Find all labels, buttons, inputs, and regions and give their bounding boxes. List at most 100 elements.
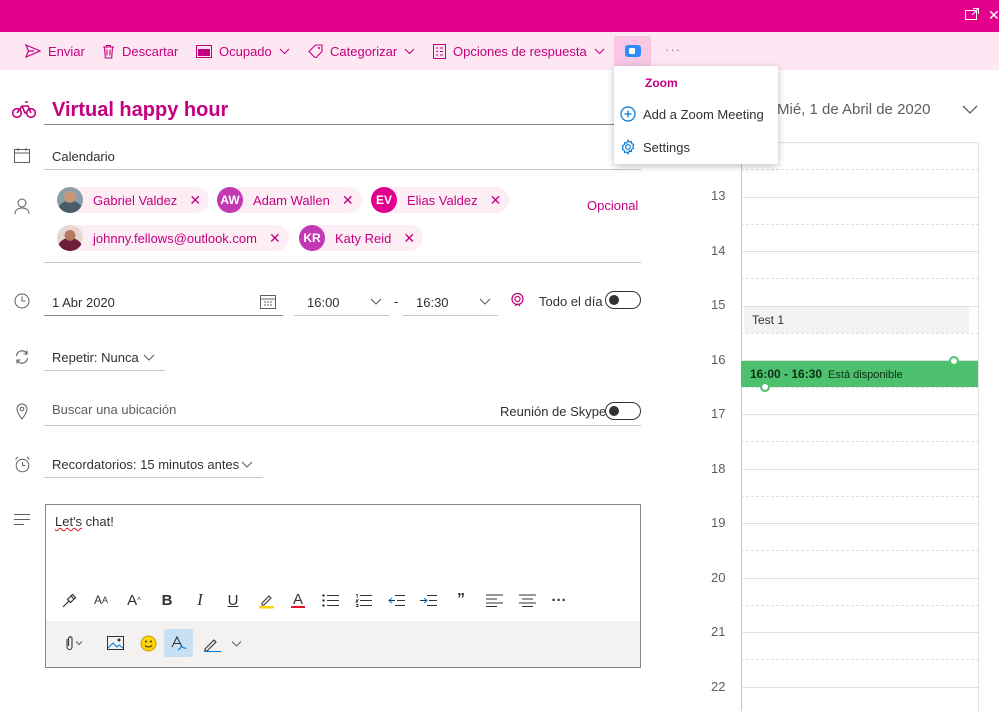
remove-attendee-icon[interactable]: ✕ bbox=[490, 193, 502, 207]
person-icon bbox=[14, 198, 30, 214]
hour-gridline bbox=[741, 414, 979, 415]
plus-circle-icon bbox=[620, 106, 636, 122]
popout-icon[interactable] bbox=[965, 7, 979, 23]
skype-meeting-toggle[interactable] bbox=[605, 402, 641, 420]
increase-indent-icon[interactable] bbox=[417, 589, 439, 611]
start-time-input[interactable]: 16:00 bbox=[307, 295, 340, 310]
attach-file-icon[interactable] bbox=[58, 629, 86, 657]
remove-attendee-icon[interactable]: ✕ bbox=[189, 193, 201, 207]
start-date-input[interactable]: 1 Abr 2020 bbox=[52, 295, 115, 310]
half-hour-gridline bbox=[741, 387, 979, 388]
calendar-selector[interactable]: Calendario bbox=[52, 149, 115, 164]
close-icon[interactable]: ✕ bbox=[988, 7, 999, 23]
emoji-icon[interactable] bbox=[135, 629, 161, 657]
half-hour-gridline bbox=[741, 224, 979, 225]
hour-gridline bbox=[741, 578, 979, 579]
decrease-indent-icon[interactable] bbox=[385, 589, 407, 611]
date-picker-icon[interactable] bbox=[260, 294, 276, 309]
busy-status-icon bbox=[196, 44, 212, 58]
send-button[interactable]: Enviar bbox=[25, 32, 85, 70]
day-view-column[interactable] bbox=[741, 142, 999, 711]
zoom-settings-label: Settings bbox=[643, 139, 690, 155]
attendee-chip-gabriel[interactable]: Gabriel Valdez ✕ bbox=[57, 187, 210, 213]
body-text-rest: chat! bbox=[82, 514, 114, 529]
new-event-block[interactable]: 16:00 - 16:30 Está disponible bbox=[741, 361, 978, 387]
chevron-down-icon[interactable] bbox=[241, 461, 253, 468]
new-event-status: Está disponible bbox=[828, 369, 903, 381]
font-color-icon[interactable]: A bbox=[287, 589, 309, 611]
hour-label: 14 bbox=[711, 243, 726, 258]
existing-event[interactable]: Test 1 bbox=[744, 307, 969, 333]
clock-icon bbox=[14, 293, 30, 309]
busy-status-dropdown[interactable]: Ocupado bbox=[196, 32, 290, 70]
quote-icon[interactable]: ” bbox=[450, 589, 472, 611]
send-icon bbox=[25, 44, 41, 58]
scheduling-assistant-icon[interactable] bbox=[510, 292, 525, 308]
chevron-down-icon[interactable] bbox=[143, 354, 155, 361]
body-text[interactable]: Let's chat! bbox=[55, 514, 114, 529]
send-label: Enviar bbox=[48, 43, 85, 59]
chevron-down-icon[interactable] bbox=[479, 298, 491, 305]
remove-attendee-icon[interactable]: ✕ bbox=[269, 231, 281, 245]
optional-attendees-link[interactable]: Opcional bbox=[587, 198, 638, 213]
day-view-edge bbox=[978, 142, 979, 711]
align-left-icon[interactable] bbox=[483, 589, 505, 611]
time-separator: - bbox=[394, 294, 399, 309]
more-formatting-icon[interactable]: ··· bbox=[548, 589, 570, 611]
end-time-input[interactable]: 16:30 bbox=[416, 295, 449, 310]
hour-gridline bbox=[741, 469, 979, 470]
attendee-chip-elias[interactable]: EV Elias Valdez ✕ bbox=[371, 187, 510, 213]
event-resize-handle-bottom[interactable] bbox=[760, 382, 770, 392]
hour-label: 20 bbox=[711, 570, 726, 585]
highlight-icon[interactable] bbox=[255, 589, 277, 611]
new-event-time: 16:00 - 16:30 bbox=[750, 367, 823, 381]
location-search-input[interactable]: Buscar una ubicación bbox=[52, 402, 176, 417]
event-title-input[interactable]: Virtual happy hour bbox=[44, 96, 641, 125]
signature-icon[interactable] bbox=[200, 629, 246, 657]
categorize-dropdown[interactable]: Categorizar bbox=[308, 32, 415, 70]
remove-attendee-icon[interactable]: ✕ bbox=[403, 231, 415, 245]
align-center-icon[interactable] bbox=[516, 589, 538, 611]
attendee-chip-adam[interactable]: AW Adam Wallen ✕ bbox=[217, 187, 362, 213]
skype-meeting-label: Reunión de Skype bbox=[500, 404, 607, 419]
hour-label: 13 bbox=[711, 188, 726, 203]
insert-picture-icon[interactable] bbox=[102, 629, 128, 657]
discard-button[interactable]: Descartar bbox=[102, 32, 178, 70]
hour-label: 22 bbox=[711, 679, 726, 694]
attendee-chip-katy[interactable]: KR Katy Reid ✕ bbox=[299, 225, 424, 251]
add-zoom-meeting-item[interactable]: Add a Zoom Meeting bbox=[620, 106, 764, 122]
avatar bbox=[57, 187, 83, 213]
command-toolbar: Enviar Descartar Ocupado Categorizar Opc… bbox=[0, 32, 999, 70]
bullet-list-icon[interactable] bbox=[319, 589, 341, 611]
attendee-chip-johnny[interactable]: johnny.fellows@outlook.com ✕ bbox=[57, 225, 289, 251]
response-options-dropdown[interactable]: Opciones de respuesta bbox=[433, 32, 605, 70]
grow-font-icon[interactable]: A ^ bbox=[123, 589, 145, 611]
numbered-list-icon[interactable] bbox=[352, 589, 374, 611]
hour-gridline bbox=[741, 632, 979, 633]
zoom-addin-button[interactable] bbox=[614, 36, 651, 66]
event-resize-handle-top[interactable] bbox=[949, 356, 959, 366]
zoom-settings-item[interactable]: Settings bbox=[620, 139, 690, 155]
remove-attendee-icon[interactable]: ✕ bbox=[342, 193, 354, 207]
repeat-dropdown[interactable]: Repetir: Nunca bbox=[52, 350, 139, 365]
more-options-button[interactable]: ··· bbox=[665, 42, 681, 57]
bold-icon[interactable]: B bbox=[156, 589, 178, 611]
misspelled-word: Let's bbox=[55, 514, 83, 529]
underline-icon[interactable]: U bbox=[222, 589, 244, 611]
attendee-name: Gabriel Valdez bbox=[93, 192, 178, 208]
half-hour-gridline bbox=[741, 169, 979, 170]
format-painter-icon[interactable] bbox=[58, 589, 80, 611]
font-size-icon[interactable]: AA bbox=[90, 589, 112, 611]
alarm-clock-icon bbox=[15, 456, 30, 473]
repeat-underline bbox=[44, 370, 165, 371]
add-zoom-meeting-label: Add a Zoom Meeting bbox=[643, 106, 764, 122]
message-body-editor[interactable]: Let's chat! AA A ^ B I U A ” ··· bbox=[45, 504, 641, 668]
all-day-toggle[interactable] bbox=[605, 291, 641, 309]
reminder-dropdown[interactable]: Recordatorios: 15 minutos antes bbox=[52, 457, 239, 472]
formatting-toolbar: AA A ^ B I U A ” ··· bbox=[46, 577, 640, 621]
editor-suggestions-icon[interactable] bbox=[164, 629, 193, 657]
italic-icon[interactable]: I bbox=[189, 589, 211, 611]
chevron-down-icon[interactable] bbox=[962, 105, 978, 114]
chevron-down-icon[interactable] bbox=[370, 298, 382, 305]
location-underline bbox=[44, 425, 641, 426]
